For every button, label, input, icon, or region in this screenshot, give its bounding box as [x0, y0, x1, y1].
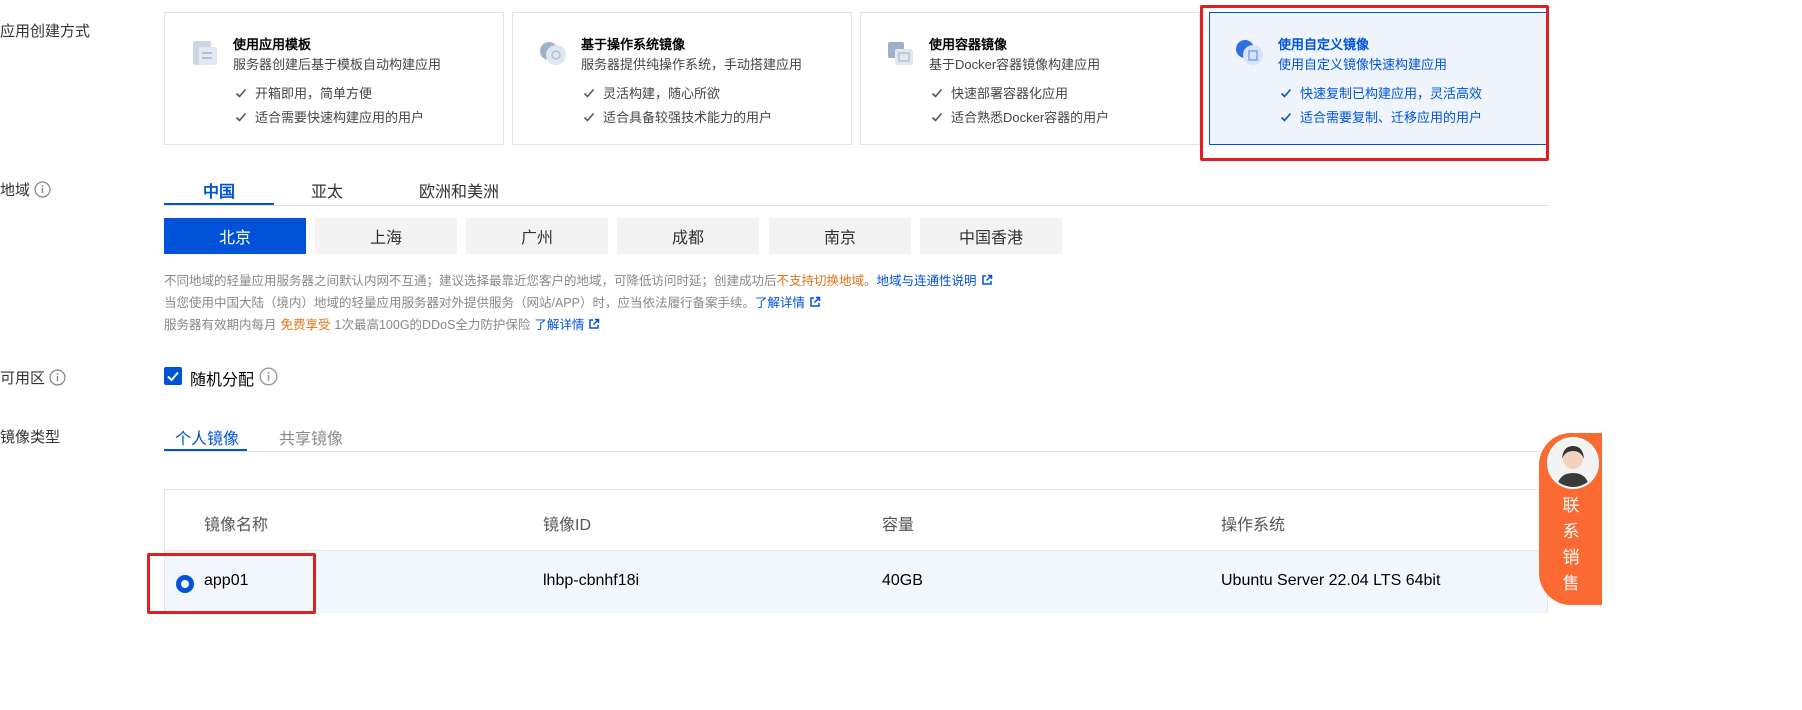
- card-feature: 快速复制已构建应用，灵活高效: [1280, 83, 1482, 102]
- region-note-3: 服务器有效期内每月 免费享受 1次最高100G的DDoS全力防护保险 了解详情: [164, 314, 600, 333]
- card-feature: 灵活构建，随心所欲: [583, 83, 720, 102]
- checkmark-icon: [167, 371, 179, 382]
- card-custom-image[interactable]: 使用自定义镜像 使用自定义镜像快速构建应用 快速复制已构建应用，灵活高效 适合需…: [1209, 12, 1549, 145]
- creation-method-label-text: 应用创建方式: [0, 23, 91, 40]
- check-icon: [1280, 112, 1292, 122]
- card-desc: 基于Docker容器镜像构建应用: [929, 57, 1101, 72]
- card-title: 使用容器镜像: [929, 37, 1008, 52]
- city-chengdu[interactable]: 成都: [617, 218, 759, 254]
- check-icon: [583, 88, 595, 98]
- table-row[interactable]: app01 lhbp-cbnhf18i 40GB Ubuntu Server 2…: [165, 551, 1547, 613]
- card-title: 使用应用模板: [233, 37, 312, 52]
- info-icon[interactable]: [34, 181, 51, 198]
- region-note-1: 不同地域的轻量应用服务器之间默认内网不互通；建议选择最靠近您客户的地域，可降低访…: [164, 270, 993, 289]
- check-icon: [931, 112, 943, 122]
- learn-more-link[interactable]: 了解详情: [755, 292, 805, 311]
- container-icon: [888, 42, 913, 65]
- region-label: 地域: [0, 179, 51, 200]
- check-icon: [235, 88, 247, 98]
- avatar: [1547, 437, 1599, 489]
- info-icon[interactable]: [259, 367, 278, 386]
- template-icon: [193, 41, 217, 65]
- city-beijing[interactable]: 北京: [164, 218, 306, 254]
- contact-sales-text: 联系销售: [1562, 496, 1580, 593]
- external-link-icon[interactable]: [588, 318, 600, 330]
- region-connectivity-link[interactable]: 地域与连通性说明: [877, 270, 977, 289]
- os-image-icon: [540, 42, 566, 65]
- tab-region-europe-america[interactable]: 欧洲和美洲: [400, 178, 518, 202]
- card-title: 使用自定义镜像: [1278, 37, 1370, 52]
- tab-region-china[interactable]: 中国: [164, 178, 274, 202]
- region-note-2: 当您使用中国大陆（境内）地域的轻量应用服务器对外提供服务（网站/APP）时，应当…: [164, 292, 821, 311]
- city-shanghai[interactable]: 上海: [315, 218, 457, 254]
- check-icon: [583, 112, 595, 122]
- cell-os: Ubuntu Server 22.04 LTS 64bit: [1221, 572, 1441, 589]
- card-feature: 适合熟悉Docker容器的用户: [931, 107, 1109, 126]
- zone-label-text: 可用区: [0, 370, 46, 387]
- cell-image-id: lhbp-cbnhf18i: [543, 572, 640, 589]
- tab-personal-image[interactable]: 个人镜像: [175, 425, 239, 449]
- card-feature: 适合需要复制、迁移应用的用户: [1280, 107, 1482, 126]
- card-os-image[interactable]: 基于操作系统镜像 服务器提供纯操作系统，手动搭建应用 灵活构建，随心所欲 适合具…: [512, 12, 852, 145]
- city-nanjing[interactable]: 南京: [769, 218, 911, 254]
- card-desc: 服务器创建后基于模板自动构建应用: [233, 57, 442, 72]
- check-icon: [1280, 88, 1292, 98]
- agent-avatar-icon: [1549, 439, 1597, 487]
- city-hongkong[interactable]: 中国香港: [920, 218, 1062, 254]
- tab-shared-image[interactable]: 共享镜像: [279, 425, 343, 449]
- card-feature: 开箱即用，简单方便: [235, 83, 372, 102]
- learn-more-link[interactable]: 了解详情: [534, 314, 584, 333]
- check-icon: [931, 88, 943, 98]
- column-header-id: 镜像ID: [543, 517, 592, 534]
- image-type-label-text: 镜像类型: [0, 429, 61, 446]
- image-table: 镜像名称 镜像ID 容量 操作系统 app01 lhbp-cbnhf18i 40…: [164, 489, 1548, 613]
- image-type-label: 镜像类型: [0, 426, 60, 447]
- zone-label: 可用区: [0, 367, 66, 388]
- custom-image-icon: [1236, 40, 1263, 65]
- cell-image-name: app01: [204, 572, 249, 589]
- card-container-image[interactable]: 使用容器镜像 基于Docker容器镜像构建应用 快速部署容器化应用 适合熟悉Do…: [860, 12, 1200, 145]
- column-header-size: 容量: [882, 517, 915, 534]
- card-title: 基于操作系统镜像: [581, 37, 686, 52]
- card-feature: 适合需要快速构建应用的用户: [235, 107, 424, 126]
- random-zone-checkbox[interactable]: [164, 367, 182, 385]
- tab-region-apac[interactable]: 亚太: [284, 178, 370, 202]
- card-feature: 快速部署容器化应用: [931, 83, 1068, 102]
- external-link-icon[interactable]: [981, 274, 993, 286]
- column-header-name: 镜像名称: [204, 517, 269, 534]
- external-link-icon[interactable]: [809, 296, 821, 308]
- card-feature: 适合具备较强技术能力的用户: [583, 107, 772, 126]
- tabs-divider: [164, 205, 1549, 206]
- check-icon: [235, 112, 247, 122]
- city-guangzhou[interactable]: 广州: [466, 218, 608, 254]
- card-app-template[interactable]: 使用应用模板 服务器创建后基于模板自动构建应用 开箱即用，简单方便 适合需要快速…: [164, 12, 504, 145]
- card-desc: 使用自定义镜像快速构建应用: [1278, 57, 1448, 72]
- info-icon[interactable]: [49, 369, 66, 386]
- table-header: 镜像名称 镜像ID 容量 操作系统: [165, 490, 1547, 551]
- contact-sales-button[interactable]: 联系销售: [1539, 433, 1602, 605]
- random-zone-label[interactable]: 随机分配: [190, 366, 254, 390]
- cell-size: 40GB: [882, 572, 923, 589]
- region-label-text: 地域: [0, 182, 31, 199]
- row-radio[interactable]: [176, 575, 194, 593]
- card-desc: 服务器提供纯操作系统，手动搭建应用: [581, 57, 803, 72]
- creation-method-label: 应用创建方式: [0, 20, 90, 41]
- column-header-os: 操作系统: [1221, 517, 1286, 534]
- tabs-divider: [164, 451, 1549, 452]
